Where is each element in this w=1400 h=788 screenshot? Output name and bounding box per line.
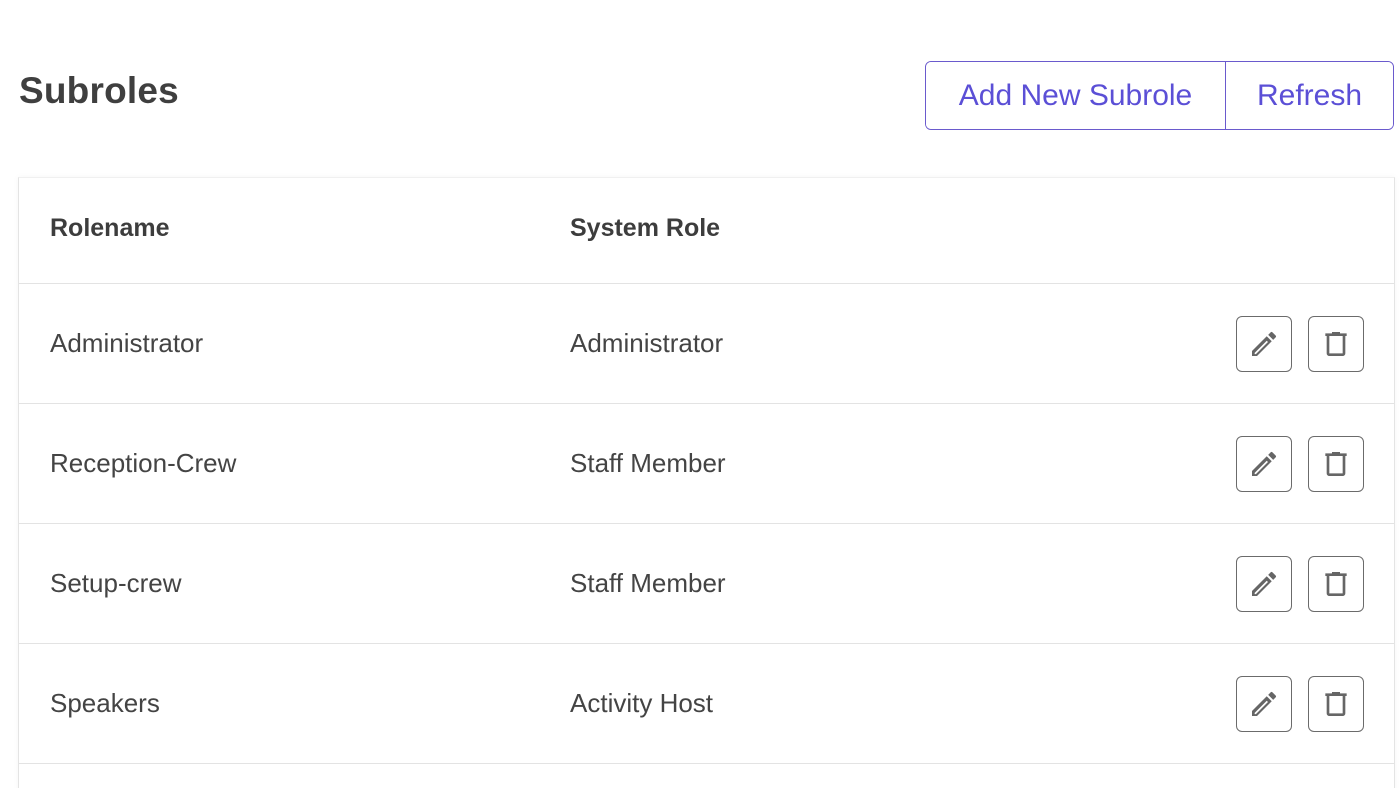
refresh-button[interactable]: Refresh: [1226, 62, 1393, 129]
delete-button[interactable]: [1308, 556, 1364, 612]
subroles-page: Subroles Add New Subrole Refresh Rolenam…: [0, 0, 1400, 788]
table-row: Administrator Administrator: [19, 284, 1394, 404]
system-role-cell: Administrator: [570, 328, 724, 358]
trash-icon: [1325, 452, 1347, 476]
header-button-group: Add New Subrole Refresh: [925, 61, 1394, 130]
system-role-cell: Activity Host: [570, 688, 714, 718]
column-header-system-role[interactable]: System Role: [570, 214, 720, 243]
table-header: Rolename System Role: [19, 178, 1394, 284]
rolename-cell: Administrator: [50, 328, 204, 358]
column-header-rolename[interactable]: Rolename: [50, 214, 169, 243]
delete-button[interactable]: [1308, 316, 1364, 372]
pencil-icon: [1252, 571, 1277, 596]
subroles-table: Rolename System Role Administrator Admin…: [18, 177, 1395, 788]
edit-button[interactable]: [1236, 316, 1292, 372]
edit-button[interactable]: [1236, 556, 1292, 612]
table-row: Speakers Activity Host: [19, 644, 1394, 764]
rolename-cell: Setup-crew: [50, 568, 182, 598]
edit-button[interactable]: [1236, 436, 1292, 492]
table-row: Reception-Crew Staff Member: [19, 404, 1394, 524]
pencil-icon: [1252, 331, 1277, 356]
delete-button[interactable]: [1308, 436, 1364, 492]
rolename-cell: Reception-Crew: [50, 448, 237, 478]
rolename-cell: Speakers: [50, 688, 160, 718]
trash-icon: [1325, 692, 1347, 716]
page-title: Subroles: [19, 70, 179, 111]
pencil-icon: [1252, 451, 1277, 476]
trash-icon: [1325, 332, 1347, 356]
system-role-cell: Staff Member: [570, 568, 726, 598]
system-role-cell: Staff Member: [570, 448, 726, 478]
pencil-icon: [1252, 691, 1277, 716]
trash-icon: [1325, 572, 1347, 596]
edit-button[interactable]: [1236, 676, 1292, 732]
table-row: Setup-crew Staff Member: [19, 524, 1394, 644]
add-new-subrole-button[interactable]: Add New Subrole: [926, 62, 1226, 129]
delete-button[interactable]: [1308, 676, 1364, 732]
